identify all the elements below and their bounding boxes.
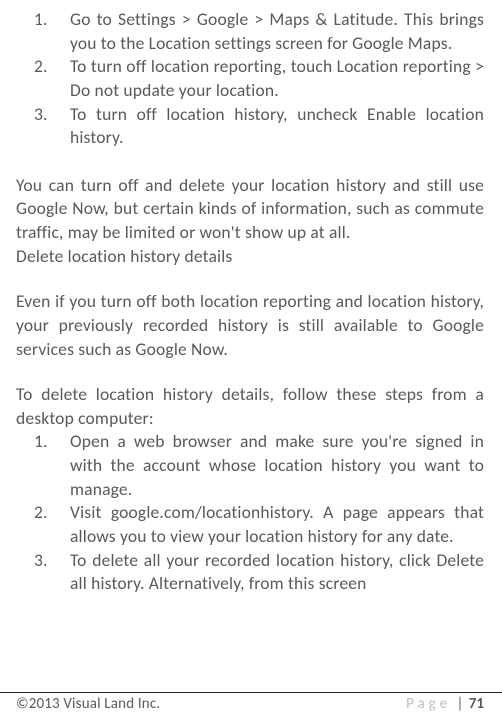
body-paragraph: Even if you turn off both location repor… <box>16 290 484 361</box>
list-number: 2. <box>34 501 48 525</box>
page-number: 71 <box>469 695 484 713</box>
spacer <box>16 268 484 290</box>
list-text: To delete all your recorded location his… <box>70 549 484 595</box>
page-footer: ©2013 Visual Land Inc. Page | 71 <box>0 692 502 716</box>
section-heading: Delete location history details <box>16 245 484 269</box>
list-number: 1. <box>34 430 48 454</box>
list-number: 1. <box>34 8 48 32</box>
list-text: Open a web browser and make sure you're … <box>70 430 484 499</box>
list-number: 2. <box>34 55 48 79</box>
list-text: Go to Settings > Google > Maps & Latitud… <box>70 8 484 54</box>
list-item: 3. To turn off location history, uncheck… <box>16 103 484 150</box>
page-label: Page <box>406 695 451 713</box>
instructions-list-2: 1. Open a web browser and make sure you'… <box>16 430 484 595</box>
spacer <box>16 150 484 174</box>
instructions-list-1: 1. Go to Settings > Google > Maps & Lati… <box>16 8 484 150</box>
list-text: Visit google.com/locationhistory. A page… <box>70 501 484 547</box>
separator: | <box>453 695 467 713</box>
list-item: 1. Go to Settings > Google > Maps & Lati… <box>16 8 484 55</box>
body-paragraph: To delete location history details, foll… <box>16 383 484 430</box>
list-item: 2. Visit google.com/locationhistory. A p… <box>16 501 484 548</box>
spacer <box>16 361 484 383</box>
list-number: 3. <box>34 103 48 127</box>
body-paragraph: You can turn off and delete your locatio… <box>16 174 484 245</box>
copyright-text: ©2013 Visual Land Inc. <box>16 694 160 714</box>
list-item: 1. Open a web browser and make sure you'… <box>16 430 484 501</box>
list-item: 2. To turn off location reporting, touch… <box>16 55 484 102</box>
list-text: To turn off location reporting, touch Lo… <box>70 55 484 101</box>
list-item: 3. To delete all your recorded location … <box>16 549 484 596</box>
list-text: To turn off location history, uncheck En… <box>70 103 484 149</box>
page-indicator: Page | 71 <box>406 694 484 714</box>
list-number: 3. <box>34 549 48 573</box>
